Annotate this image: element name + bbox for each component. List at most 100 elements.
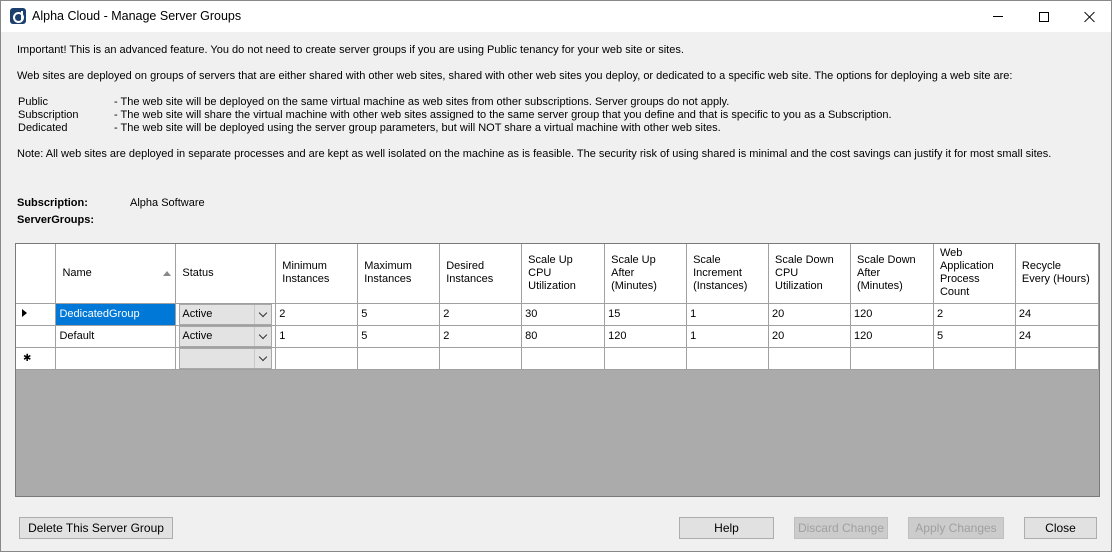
option-name-public: Public [18, 96, 48, 108]
row-header[interactable] [16, 303, 57, 326]
delete-server-group-button[interactable]: Delete This Server Group [19, 517, 173, 539]
cell-scale-down-after[interactable]: 120 [850, 325, 934, 348]
column-header-minimum-instances[interactable]: Minimum Instances [275, 244, 359, 304]
cell-minimum-instances[interactable] [275, 347, 359, 370]
servergroups-label: ServerGroups: [17, 214, 95, 226]
column-header-status[interactable]: Status [175, 244, 277, 304]
column-label: Scale Up After (Minutes) [611, 253, 657, 292]
cell-recycle-every[interactable] [1015, 347, 1099, 370]
maximize-button[interactable] [1021, 1, 1067, 32]
option-desc-subscription: - The web site will share the virtual ma… [114, 109, 892, 121]
cell-status[interactable]: Active [175, 303, 277, 326]
cell-scale-increment[interactable]: 1 [686, 325, 770, 348]
cell-name[interactable] [55, 347, 177, 370]
current-row-arrow-icon [22, 309, 27, 317]
cell-scale-up-after[interactable] [604, 347, 688, 370]
cell-scale-up-cpu[interactable]: 30 [521, 303, 606, 326]
column-header-maximum-instances[interactable]: Maximum Instances [357, 244, 441, 304]
cell-process-count[interactable]: 5 [933, 325, 1016, 348]
close-icon [1084, 11, 1096, 23]
cell-name[interactable]: Default [55, 325, 177, 348]
cell-scale-increment[interactable] [686, 347, 770, 370]
column-header-scale-down-after[interactable]: Scale Down After (Minutes) [850, 244, 934, 304]
column-header-desired-instances[interactable]: Desired Instances [439, 244, 523, 304]
cell-process-count[interactable]: 2 [933, 303, 1016, 326]
column-label: Desired Instances [446, 260, 494, 286]
cell-scale-increment[interactable]: 1 [686, 303, 770, 326]
column-header-scale-increment[interactable]: Scale Increment (Instances) [686, 244, 770, 304]
row-header-corner [16, 244, 57, 304]
status-dropdown[interactable] [179, 347, 273, 368]
chevron-down-icon [259, 330, 268, 339]
cell-minimum-instances[interactable]: 1 [275, 325, 359, 348]
cell-scale-up-after[interactable]: 120 [604, 325, 688, 348]
server-groups-grid[interactable]: Name Status Minimum Instances Maximum In… [15, 243, 1100, 497]
help-button[interactable]: Help [679, 517, 774, 539]
chevron-down-icon [259, 352, 268, 361]
column-label: Maximum Instances [364, 260, 412, 286]
sort-ascending-icon [163, 271, 172, 276]
cell-scale-down-after[interactable] [850, 347, 934, 370]
table-row[interactable]: Default Active 1 5 2 80 120 1 20 120 5 2… [16, 325, 1099, 348]
table-row[interactable]: DedicatedGroup Active 2 5 2 30 15 1 20 1… [16, 303, 1099, 326]
column-header-recycle-every[interactable]: Recycle Every (Hours) [1015, 244, 1099, 304]
cell-desired-instances[interactable]: 2 [439, 325, 523, 348]
cell-scale-down-after[interactable]: 120 [850, 303, 934, 326]
column-header-process-count[interactable]: Web Application Process Count [933, 244, 1016, 304]
cell-desired-instances[interactable]: 2 [439, 303, 523, 326]
cell-status[interactable] [175, 347, 277, 370]
close-window-button[interactable] [1067, 1, 1112, 32]
cell-scale-up-after[interactable]: 15 [604, 303, 688, 326]
cell-scale-up-cpu[interactable] [521, 347, 606, 370]
option-name-subscription: Subscription [18, 109, 79, 121]
cell-scale-up-cpu[interactable]: 80 [521, 325, 606, 348]
deploy-description: Web sites are deployed on groups of serv… [17, 70, 1013, 82]
dropdown-arrow[interactable] [254, 326, 272, 346]
column-label: Status [182, 266, 214, 279]
column-label: Name [62, 266, 92, 279]
new-row-asterisk-icon: ✱ [23, 353, 32, 364]
column-header-scale-down-cpu[interactable]: Scale Down CPU Utilization [768, 244, 851, 304]
column-header-scale-up-after[interactable]: Scale Up After (Minutes) [604, 244, 688, 304]
status-dropdown[interactable]: Active [179, 303, 273, 324]
column-label: Scale Up CPU Utilization [528, 253, 576, 292]
column-label: Scale Down After (Minutes) [856, 253, 916, 292]
cell-name[interactable]: DedicatedGroup [55, 303, 177, 326]
cell-minimum-instances[interactable]: 2 [275, 303, 359, 326]
discard-change-button[interactable]: Discard Change [794, 517, 888, 539]
cell-maximum-instances[interactable]: 5 [357, 325, 441, 348]
dropdown-arrow[interactable] [254, 304, 272, 324]
window-title: Alpha Cloud - Manage Server Groups [32, 9, 242, 23]
cell-recycle-every[interactable]: 24 [1015, 325, 1099, 348]
chevron-down-icon [259, 308, 268, 317]
column-label: Scale Down CPU Utilization [775, 253, 834, 292]
column-label: Web Application Process Count [939, 247, 994, 299]
column-header-scale-up-cpu[interactable]: Scale Up CPU Utilization [521, 244, 606, 304]
cell-maximum-instances[interactable]: 5 [357, 303, 441, 326]
cell-status[interactable]: Active [175, 325, 277, 348]
row-header[interactable]: ✱ [16, 347, 57, 370]
cell-maximum-instances[interactable] [357, 347, 441, 370]
row-header[interactable] [16, 325, 57, 348]
status-dropdown[interactable]: Active [179, 325, 273, 346]
option-name-dedicated: Dedicated [18, 122, 68, 134]
manage-server-groups-window: Alpha Cloud - Manage Server Groups Impor… [0, 0, 1112, 552]
apply-changes-button[interactable]: Apply Changes [908, 517, 1004, 539]
close-button[interactable]: Close [1024, 517, 1097, 539]
server-groups-table: Name Status Minimum Instances Maximum In… [16, 244, 1099, 370]
cell-scale-down-cpu[interactable] [768, 347, 851, 370]
new-row[interactable]: ✱ [16, 347, 1099, 370]
maximize-icon [1039, 11, 1049, 22]
status-value: Active [182, 329, 213, 342]
column-label: Recycle Every (Hours) [1021, 260, 1090, 286]
header-row: Name Status Minimum Instances Maximum In… [16, 244, 1099, 304]
column-label: Minimum Instances [282, 260, 330, 286]
cell-process-count[interactable] [933, 347, 1016, 370]
cell-scale-down-cpu[interactable]: 20 [768, 303, 851, 326]
cell-desired-instances[interactable] [439, 347, 523, 370]
cell-scale-down-cpu[interactable]: 20 [768, 325, 851, 348]
column-header-name[interactable]: Name [55, 244, 177, 304]
dropdown-arrow[interactable] [254, 348, 272, 368]
cell-recycle-every[interactable]: 24 [1015, 303, 1099, 326]
minimize-button[interactable] [975, 1, 1021, 32]
